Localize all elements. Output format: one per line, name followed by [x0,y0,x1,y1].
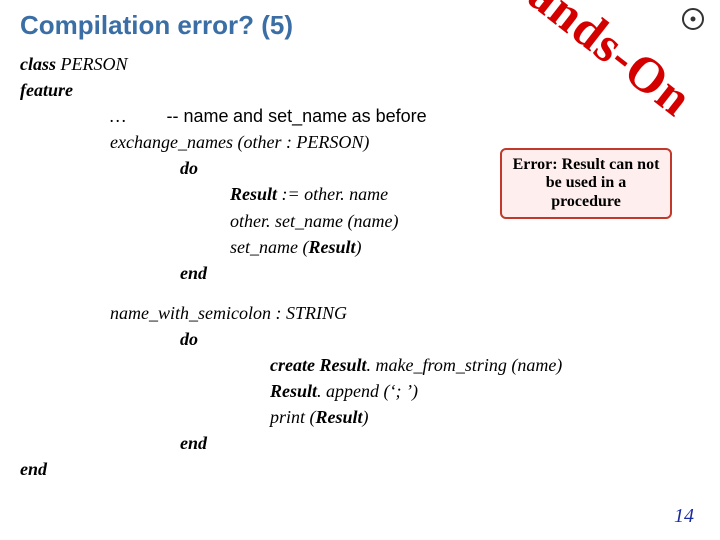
ellipsis: … [110,106,126,126]
stmt3b: Result [308,237,355,257]
stmt3a: set_name ( [230,237,308,257]
comment-setname: set_name [268,106,347,126]
kw-end-final: end [20,459,47,479]
slide-title: Compilation error? (5) [20,10,700,41]
kw-class: class [20,54,56,74]
stmt1b: := other. name [277,184,388,204]
comment-prefix: -- name [167,106,229,126]
kw-end-2: end [180,433,207,453]
stmt6a: print ( [270,407,316,427]
class-name: PERSON [61,54,128,74]
func-name: name_with_semicolon : STRING [110,303,347,323]
proc1-sig: (other : PERSON) [233,132,369,152]
page-number: 14 [674,505,694,528]
code-block: class PERSON feature … -- name and set_n… [20,51,700,483]
stmt2: other. set_name (name) [230,211,398,231]
kw-end-1: end [180,263,207,283]
stmt4b: . make_from_string (name) [367,355,563,375]
stmt6b: Result [316,407,363,427]
proc1-name: exchange_names [110,132,233,152]
stmt1a: Result [230,184,277,204]
kw-feature: feature [20,80,73,100]
kw-do-2: do [180,329,198,349]
stmt5b: . append (‘; ’) [317,381,418,401]
error-callout: Error: Result can not be used in a proce… [500,148,672,219]
comment-mid: and [233,106,268,126]
stmt6c: ) [363,407,369,427]
eth-logo-icon [682,8,704,30]
comment-end: as before [352,106,427,126]
stmt4a: create Result [270,355,367,375]
kw-do-1: do [180,158,198,178]
stmt5a: Result [270,381,317,401]
stmt3c: ) [356,237,362,257]
